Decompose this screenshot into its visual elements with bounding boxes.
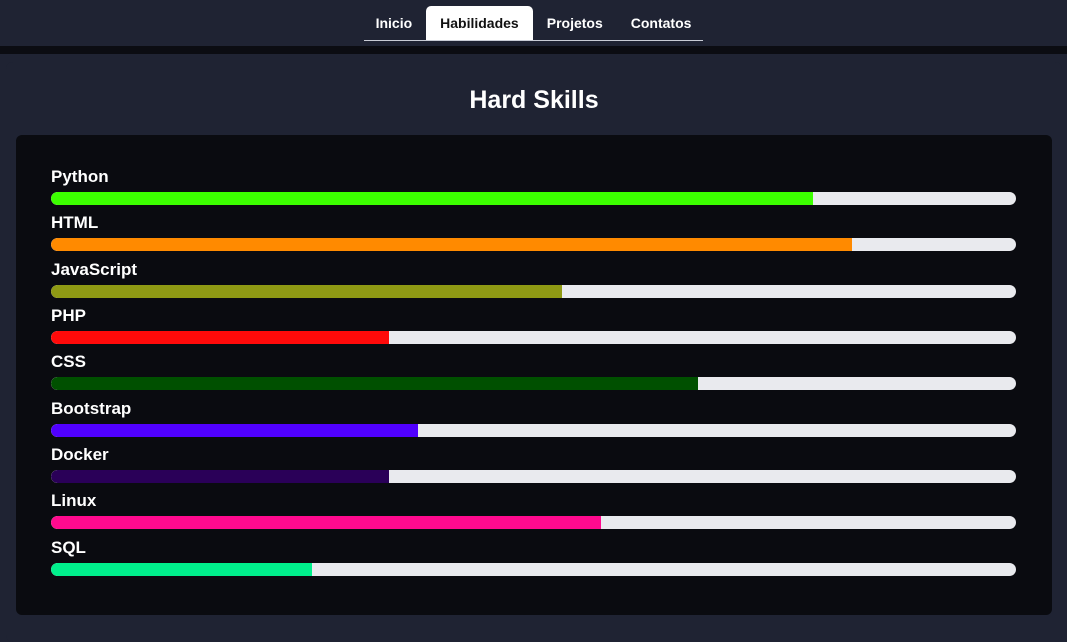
skill-progress-fill (51, 192, 814, 205)
skill-javascript: JavaScript (51, 260, 1016, 298)
tab-contatos[interactable]: Contatos (617, 6, 706, 40)
skill-progress-track (51, 377, 1016, 390)
skill-progress-track (51, 563, 1016, 576)
tab-inicio[interactable]: Inicio (362, 6, 427, 40)
top-navbar: Inicio Habilidades Projetos Contatos (0, 0, 1067, 46)
skill-label: Linux (51, 491, 97, 510)
skill-progress-track (51, 516, 1016, 529)
skill-progress-track (51, 285, 1016, 298)
skill-docker: Docker (51, 445, 1016, 483)
skill-progress-fill (51, 285, 563, 298)
skill-label: JavaScript (51, 260, 137, 279)
skill-progress-track (51, 238, 1016, 251)
skill-progress-track (51, 192, 1016, 205)
skill-html: HTML (51, 213, 1016, 251)
skill-bootstrap: Bootstrap (51, 399, 1016, 437)
skill-progress-track (51, 470, 1016, 483)
skill-css: CSS (51, 352, 1016, 390)
tab-projetos[interactable]: Projetos (533, 6, 617, 40)
skill-label: HTML (51, 213, 99, 232)
skill-progress-fill (51, 331, 389, 344)
navbar-divider (0, 46, 1067, 54)
skill-label: Docker (51, 445, 109, 464)
nav-tabs: Inicio Habilidades Projetos Contatos (364, 0, 703, 41)
skill-label: Bootstrap (51, 399, 132, 418)
skill-progress-fill (51, 424, 418, 437)
skills-panel: Python HTML JavaScript PHP CSS Bootstrap… (16, 135, 1052, 615)
skill-progress-track (51, 424, 1016, 437)
skill-label: SQL (51, 538, 86, 557)
hard-skills-card: Hard Skills Python HTML JavaScript PHP C… (6, 62, 1062, 642)
skill-php: PHP (51, 306, 1016, 344)
section-title: Hard Skills (469, 86, 599, 114)
skill-progress-track (51, 331, 1016, 344)
skill-progress-fill (51, 470, 389, 483)
skill-linux: Linux (51, 491, 1016, 529)
skill-progress-fill (51, 563, 312, 576)
skill-python: Python (51, 167, 1016, 205)
skill-sql: SQL (51, 538, 1016, 576)
tab-habilidades[interactable]: Habilidades (426, 6, 533, 40)
skill-label: PHP (51, 306, 86, 325)
skill-label: Python (51, 167, 109, 186)
skill-progress-fill (51, 238, 852, 251)
skill-progress-fill (51, 516, 602, 529)
skill-label: CSS (51, 352, 86, 371)
skill-progress-fill (51, 377, 698, 390)
